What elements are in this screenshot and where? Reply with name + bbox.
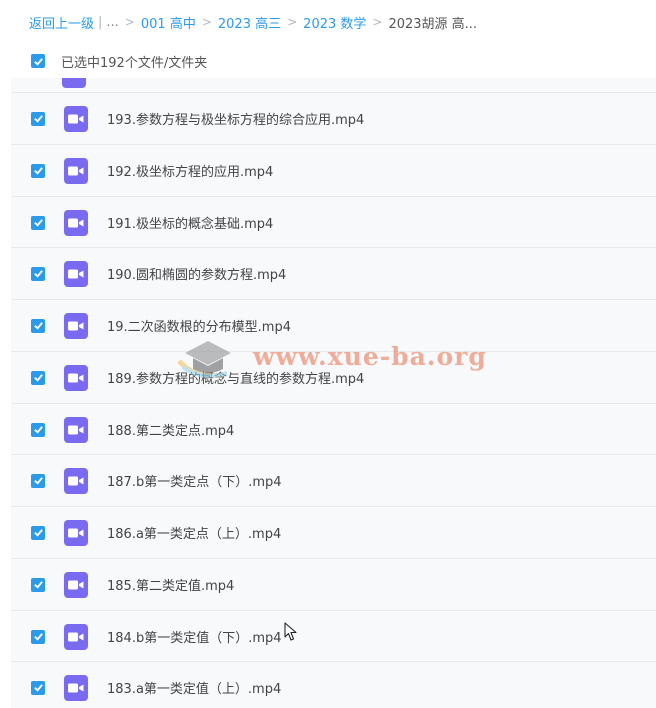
video-camera-icon [68, 373, 84, 382]
breadcrumb-item-gaosan[interactable]: 2023 高三 [218, 13, 281, 32]
file-row[interactable]: 19.二次函数根的分布模型.mp4 [11, 299, 656, 351]
check-icon [33, 581, 43, 589]
file-checkbox[interactable] [31, 318, 45, 333]
check-icon [33, 477, 43, 485]
file-row[interactable]: 184.b第一类定值（下）.mp4 [11, 610, 656, 662]
video-camera-icon [68, 269, 84, 278]
video-file-icon [62, 78, 86, 88]
video-camera-icon [68, 425, 84, 434]
file-checkbox[interactable] [31, 111, 45, 126]
file-checkbox[interactable] [31, 163, 45, 178]
breadcrumb-divider: | [98, 14, 103, 30]
file-checkbox[interactable] [31, 215, 45, 230]
video-file-icon [64, 416, 88, 443]
video-file-icon [64, 364, 88, 391]
video-file-icon [64, 209, 88, 236]
breadcrumb-current: 2023胡源 高... [388, 16, 478, 32]
file-name[interactable]: 193.参数方程与极坐标方程的综合应用.mp4 [107, 109, 364, 128]
file-name[interactable]: 192.极坐标方程的应用.mp4 [107, 161, 273, 180]
check-icon [33, 57, 43, 66]
check-icon [33, 167, 43, 175]
check-icon [33, 219, 43, 227]
breadcrumb-item-shuxue[interactable]: 2023 数学 [303, 13, 366, 32]
video-camera-icon [68, 166, 84, 175]
select-all-checkbox[interactable] [31, 54, 45, 68]
file-name[interactable]: 19.二次函数根的分布模型.mp4 [107, 316, 291, 335]
file-name[interactable]: 185.第二类定值.mp4 [107, 575, 234, 594]
breadcrumb: 返回上一级 | ... > 001 高中 > 2023 高三 > 2023 数学… [29, 10, 477, 34]
file-row[interactable]: 190.圆和椭圆的参数方程.mp4 [11, 247, 656, 299]
check-icon [33, 426, 43, 434]
video-file-icon [64, 519, 88, 546]
file-name[interactable]: 183.a第一类定值（上）.mp4 [107, 678, 281, 697]
video-file-icon [64, 105, 88, 132]
file-name[interactable]: 189.参数方程的概念与直线的参数方程.mp4 [107, 368, 364, 387]
file-row[interactable]: 185.第二类定值.mp4 [11, 558, 656, 610]
chevron-right-icon: > [287, 15, 298, 29]
breadcrumb-item-gaozhong[interactable]: 001 高中 [141, 13, 196, 32]
file-name[interactable]: 184.b第一类定值（下）.mp4 [107, 627, 282, 646]
video-camera-icon [68, 632, 84, 641]
check-icon [33, 633, 43, 641]
file-list: 193.参数方程与极坐标方程的综合应用.mp4 192.极坐标方程的应用.mp4 1… [11, 78, 656, 708]
file-name[interactable]: 186.a第一类定点（上）.mp4 [107, 523, 281, 542]
video-file-icon [64, 467, 88, 494]
video-file-icon [64, 571, 88, 598]
file-row[interactable]: 188.第二类定点.mp4 [11, 403, 656, 455]
video-file-icon [64, 312, 88, 339]
file-row[interactable]: 192.极坐标方程的应用.mp4 [11, 144, 656, 196]
mouse-pointer-icon [284, 622, 297, 641]
file-row[interactable]: 187.b第一类定点（下）.mp4 [11, 454, 656, 506]
file-row[interactable]: 183.a第一类定值（上）.mp4 [11, 661, 656, 708]
video-file-icon [64, 260, 88, 287]
file-checkbox[interactable] [31, 577, 45, 592]
check-icon [33, 529, 43, 537]
chevron-right-icon: > [124, 15, 135, 29]
video-file-icon [64, 157, 88, 184]
selection-count-label: 已选中192个文件/文件夹 [61, 55, 208, 71]
file-checkbox[interactable] [31, 680, 45, 695]
video-camera-icon [68, 321, 84, 330]
breadcrumb-ellipsis[interactable]: ... [106, 15, 118, 30]
video-camera-icon [68, 476, 84, 485]
file-checkbox[interactable] [31, 525, 45, 540]
file-row[interactable]: 193.参数方程与极坐标方程的综合应用.mp4 [11, 92, 656, 144]
video-file-icon [64, 623, 88, 650]
file-row[interactable]: 186.a第一类定点（上）.mp4 [11, 506, 656, 558]
file-checkbox[interactable] [31, 266, 45, 281]
file-row[interactable]: 189.参数方程的概念与直线的参数方程.mp4 [11, 351, 656, 403]
file-name[interactable]: 191.极坐标的概念基础.mp4 [107, 213, 273, 232]
check-icon [33, 270, 43, 278]
file-name[interactable]: 188.第二类定点.mp4 [107, 420, 234, 439]
chevron-right-icon: > [201, 15, 212, 29]
file-row[interactable]: 191.极坐标的概念基础.mp4 [11, 196, 656, 248]
file-checkbox[interactable] [31, 370, 45, 385]
check-icon [33, 115, 43, 123]
check-icon [33, 684, 43, 692]
video-camera-icon [68, 114, 84, 123]
file-checkbox[interactable] [31, 422, 45, 437]
video-camera-icon [68, 528, 84, 537]
video-file-icon [64, 674, 88, 701]
back-link[interactable]: 返回上一级 [29, 13, 94, 32]
file-name[interactable]: 190.圆和椭圆的参数方程.mp4 [107, 264, 286, 283]
video-camera-icon [68, 683, 84, 692]
video-camera-icon [68, 218, 84, 227]
selection-bar: 已选中192个文件/文件夹 [11, 44, 656, 78]
check-icon [33, 374, 43, 382]
file-checkbox[interactable] [31, 629, 45, 644]
video-camera-icon [68, 580, 84, 589]
file-checkbox[interactable] [31, 473, 45, 488]
chevron-right-icon: > [372, 15, 383, 29]
file-name[interactable]: 187.b第一类定点（下）.mp4 [107, 471, 282, 490]
check-icon [33, 322, 43, 330]
